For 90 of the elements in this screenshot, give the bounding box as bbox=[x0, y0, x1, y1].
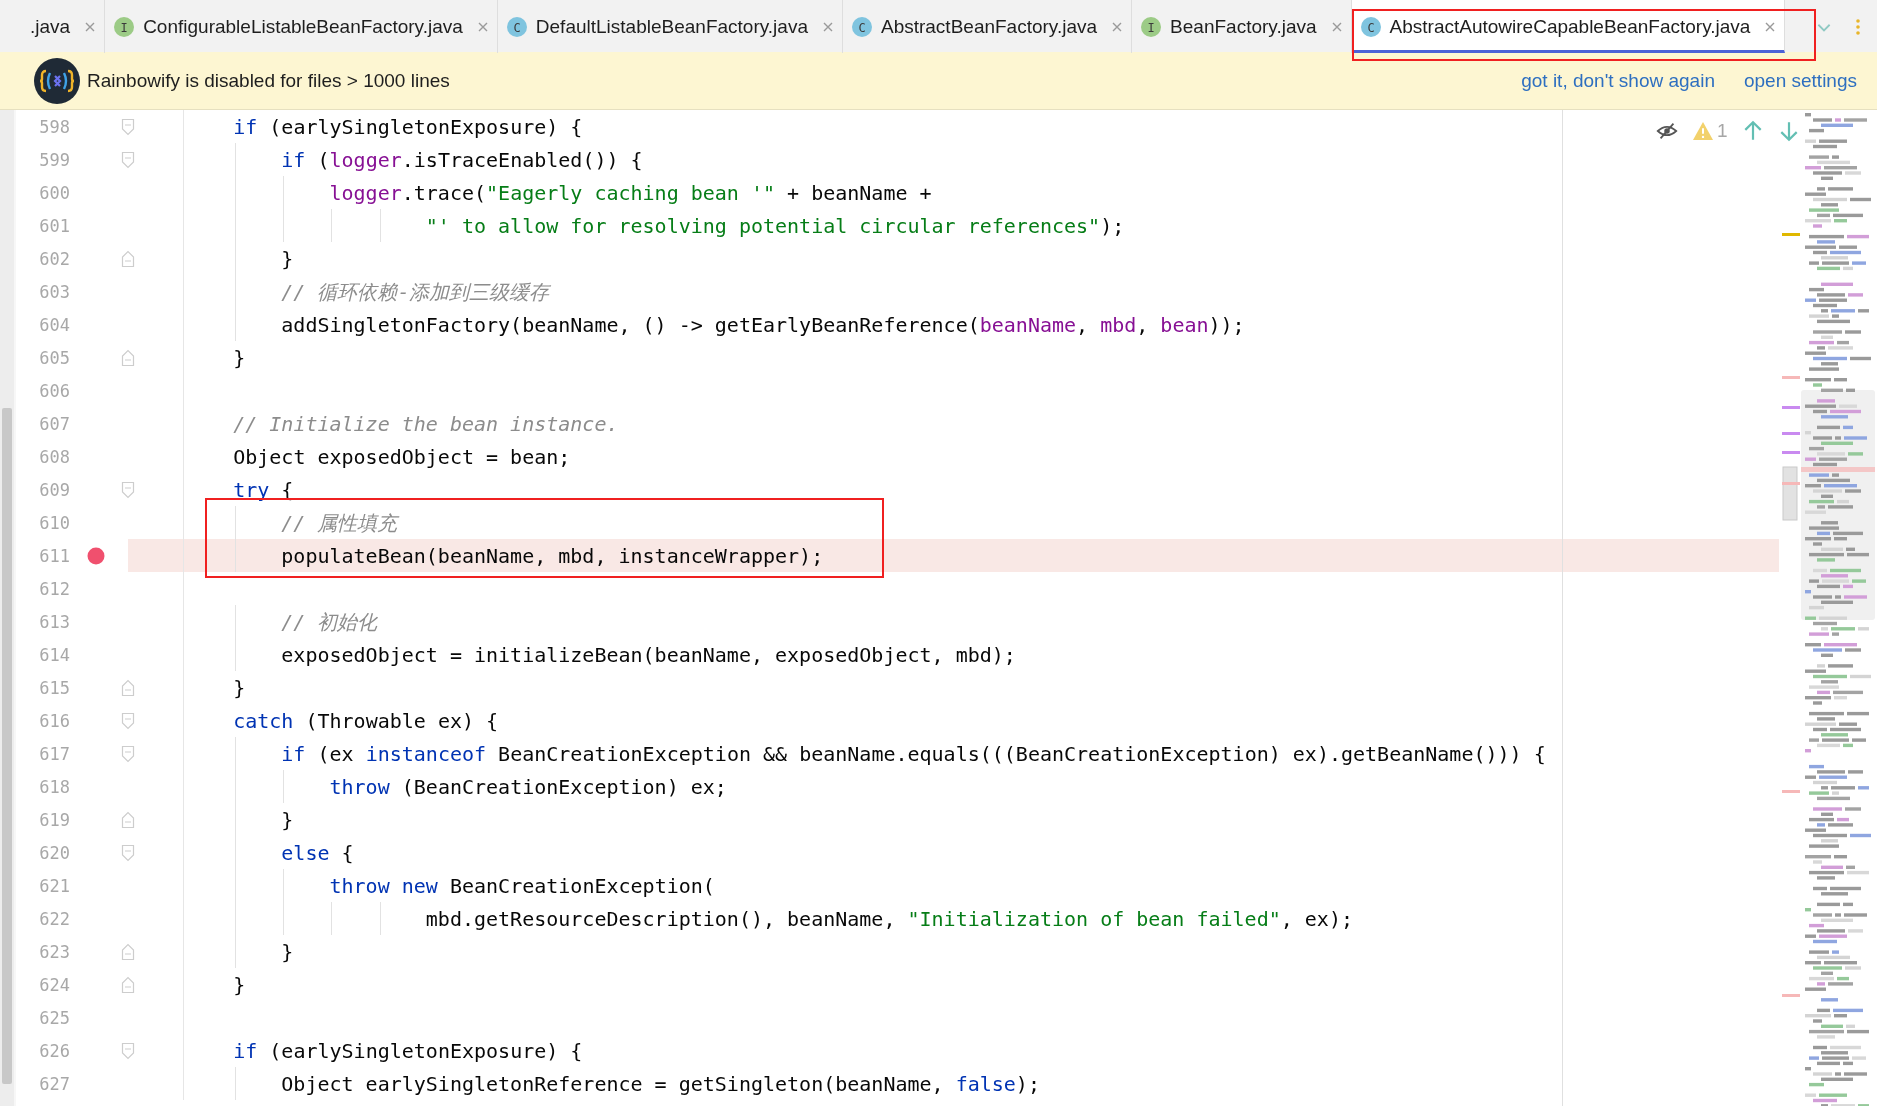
line-number: 602 bbox=[38, 248, 70, 269]
fold-icon[interactable] bbox=[121, 744, 135, 763]
close-icon[interactable] bbox=[476, 20, 489, 33]
file-type-icon: C bbox=[1359, 15, 1382, 38]
code-line: else { bbox=[281, 839, 354, 866]
line-number: 621 bbox=[38, 875, 70, 896]
line-number: 610 bbox=[38, 512, 70, 533]
code-line: if (earlySingletonExposure) { bbox=[233, 1037, 583, 1064]
code-line: mbd.getResourceDescription(), beanName, "Initialization of bean failed", ex); bbox=[425, 905, 1353, 932]
unfold-icon[interactable] bbox=[121, 975, 135, 994]
line-number: 625 bbox=[38, 1007, 70, 1028]
file-type-icon: C bbox=[505, 15, 528, 38]
unfold-icon[interactable] bbox=[121, 678, 135, 697]
line-number: 599 bbox=[38, 149, 70, 170]
fold-icon[interactable] bbox=[121, 843, 135, 862]
fold-icon[interactable] bbox=[121, 1041, 135, 1060]
file-type-icon: I bbox=[113, 15, 136, 38]
line-number: 608 bbox=[38, 446, 70, 467]
line-number: 601 bbox=[38, 215, 70, 236]
code-line: } bbox=[233, 971, 246, 998]
eye-off-icon[interactable] bbox=[1656, 120, 1678, 142]
unfold-icon[interactable] bbox=[121, 810, 135, 829]
line-number: 604 bbox=[38, 314, 70, 335]
line-number: 603 bbox=[38, 281, 70, 302]
code-line: Object exposedObject = bean; bbox=[233, 443, 571, 470]
code-line: logger.trace("Eagerly caching bean '" + beanName + bbox=[329, 179, 932, 206]
line-number: 627 bbox=[38, 1073, 70, 1094]
fold-icon[interactable] bbox=[121, 117, 135, 136]
unfold-icon[interactable] bbox=[121, 348, 135, 367]
line-number: 612 bbox=[38, 578, 70, 599]
warning-icon bbox=[1692, 121, 1714, 141]
breakpoint-icon[interactable] bbox=[87, 546, 105, 565]
line-number: 623 bbox=[38, 941, 70, 962]
line-number: 619 bbox=[38, 809, 70, 830]
close-icon[interactable] bbox=[1330, 20, 1343, 33]
close-icon[interactable] bbox=[821, 20, 834, 33]
unfold-icon[interactable] bbox=[121, 942, 135, 961]
code-line: // 初始化 bbox=[281, 608, 378, 635]
code-line: } bbox=[281, 806, 294, 833]
code-line: addSingletonFactory(beanName, () -> getEarlyBeanReference(beanName, mbd, bean)); bbox=[281, 311, 1245, 338]
fold-icon[interactable] bbox=[121, 711, 135, 730]
code-line: throw (BeanCreationException) ex; bbox=[329, 773, 727, 800]
close-icon[interactable] bbox=[84, 20, 97, 33]
line-number: 616 bbox=[38, 710, 70, 731]
line-number: 624 bbox=[38, 974, 70, 995]
line-number: 614 bbox=[38, 644, 70, 665]
code-line: } bbox=[233, 344, 246, 371]
code-line: // 循环依赖-添加到三级缓存 bbox=[281, 278, 550, 305]
line-number: 620 bbox=[38, 842, 70, 863]
line-number: 613 bbox=[38, 611, 70, 632]
code-line: if (earlySingletonExposure) { bbox=[233, 113, 583, 140]
fold-icon[interactable] bbox=[121, 480, 135, 499]
line-number: 606 bbox=[38, 380, 70, 401]
code-line: catch (Throwable ex) { bbox=[233, 707, 499, 734]
code-line: if (ex instanceof BeanCreationException && beanName.equals(((BeanCreationException) ex).getBeanName())) { bbox=[281, 740, 1546, 767]
code-line: // Initialize the bean instance. bbox=[233, 410, 619, 437]
more-icon[interactable] bbox=[1855, 17, 1861, 36]
line-number: 615 bbox=[38, 677, 70, 698]
line-number: 617 bbox=[38, 743, 70, 764]
line-number: 605 bbox=[38, 347, 70, 368]
line-number: 618 bbox=[38, 776, 70, 797]
file-type-icon: C bbox=[850, 15, 873, 38]
code-line: if (logger.isTraceEnabled()) { bbox=[281, 146, 643, 173]
code-line: } bbox=[281, 245, 294, 272]
close-icon[interactable] bbox=[1111, 20, 1124, 33]
line-number: 600 bbox=[38, 182, 70, 203]
code-line: populateBean(beanName, mbd, instanceWrapper); bbox=[281, 542, 824, 569]
line-number: 626 bbox=[38, 1040, 70, 1061]
line-number: 607 bbox=[38, 413, 70, 434]
code-line: throw new BeanCreationException( bbox=[329, 872, 715, 899]
unfold-icon[interactable] bbox=[121, 249, 135, 268]
code-line: // 属性填充 bbox=[281, 509, 398, 536]
line-number: 611 bbox=[38, 545, 70, 566]
line-number: 609 bbox=[38, 479, 70, 500]
code-line: } bbox=[281, 938, 294, 965]
code-line: Object earlySingletonReference = getSingleton(beanName, false); bbox=[281, 1070, 1040, 1097]
banner-link[interactable]: open settings bbox=[1743, 69, 1857, 92]
code-line: } bbox=[233, 674, 246, 701]
file-type-icon: I bbox=[1140, 15, 1163, 38]
scrollbar-thumb[interactable] bbox=[2, 408, 12, 1084]
editor-tab[interactable]: C AbstractAutowireCapableBeanFactory.java bbox=[1351, 0, 1786, 53]
line-number: 622 bbox=[38, 908, 70, 929]
close-icon[interactable] bbox=[1764, 20, 1777, 33]
banner-message: Rainbowify is disabled for files > 1000 lines bbox=[87, 69, 450, 92]
line-number: 598 bbox=[38, 116, 70, 137]
fold-icon[interactable] bbox=[121, 150, 135, 169]
banner-link[interactable]: got it, don't show again bbox=[1521, 69, 1715, 92]
code-line: "' to allow for resolving potential circular references"); bbox=[425, 212, 1125, 239]
code-line: exposedObject = initializeBean(beanName, exposedObject, mbd); bbox=[281, 641, 1016, 668]
plugin-logo-icon bbox=[33, 56, 81, 105]
